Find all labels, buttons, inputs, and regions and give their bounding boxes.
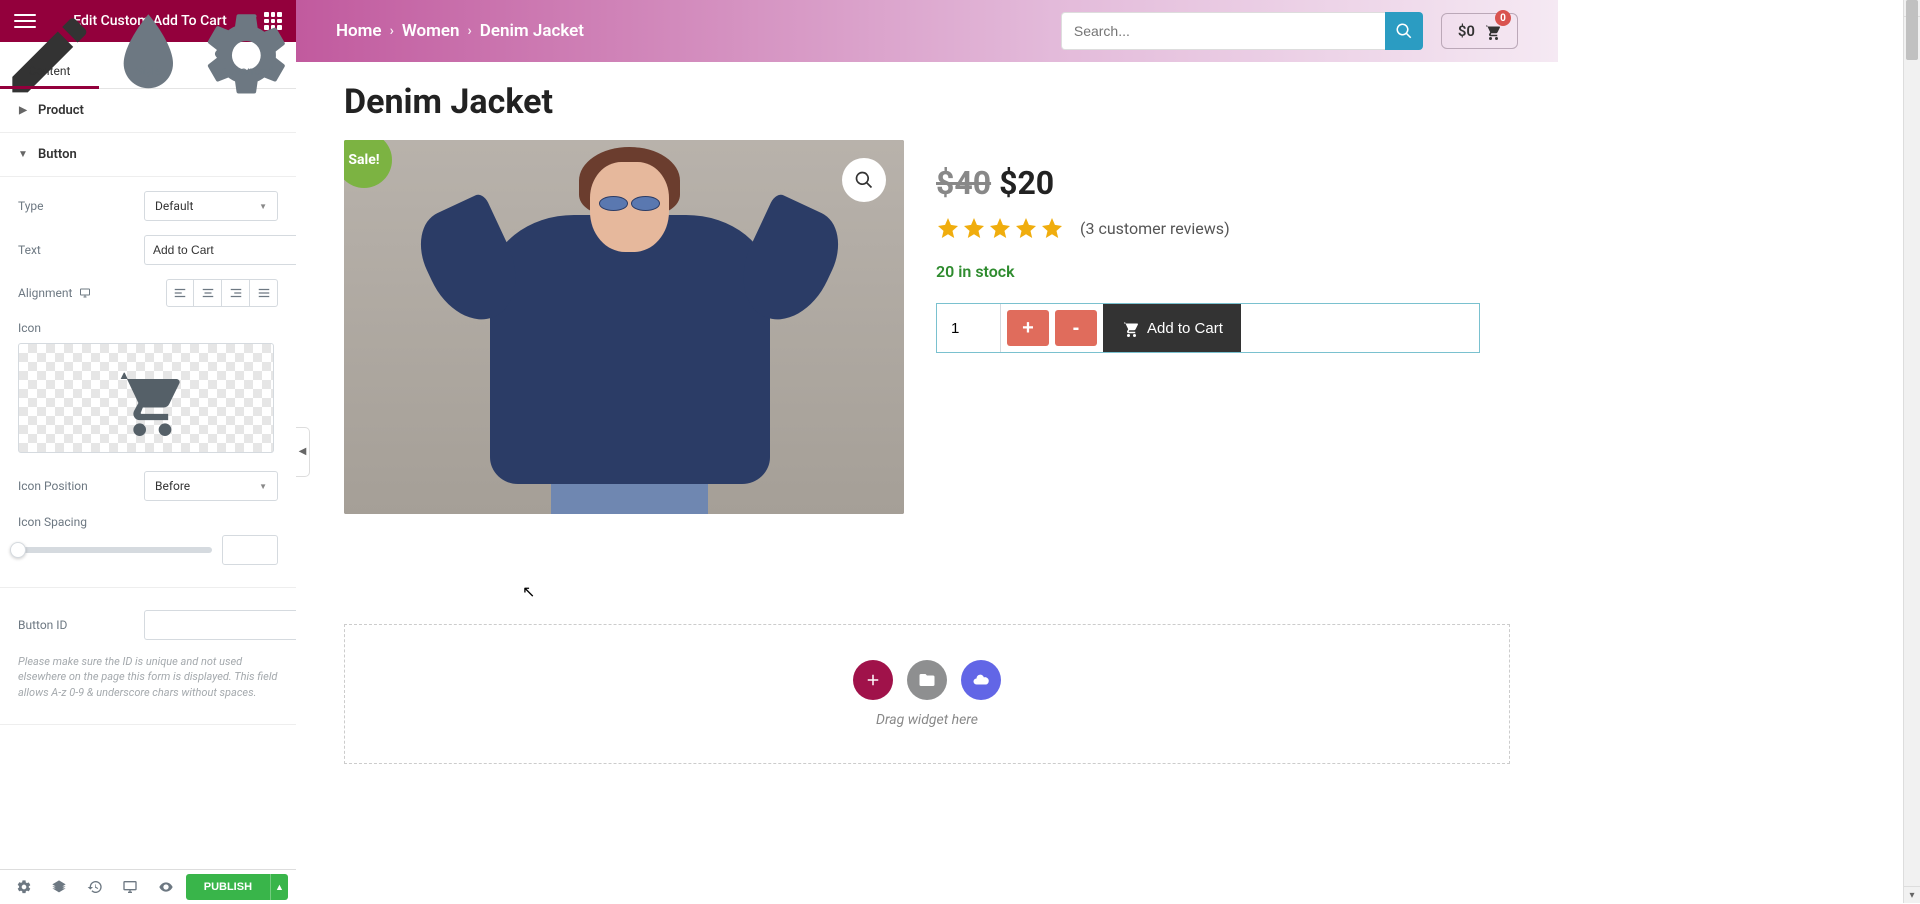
qty-minus-button[interactable]: - <box>1055 310 1097 346</box>
site-header: Home › Women › Denim Jacket $0 0 <box>296 0 1558 62</box>
section-button[interactable]: ▼ Button <box>0 133 296 177</box>
button-id-label: Button ID <box>18 618 67 632</box>
price-old: $40 <box>936 164 991 202</box>
align-left-button[interactable] <box>166 279 194 307</box>
editor-panel: Edit Custom Add To Cart Content Style Ad… <box>0 0 296 903</box>
pencil-icon <box>0 6 99 105</box>
add-to-cart-button[interactable]: Add to Cart <box>1103 304 1241 352</box>
scrollbar-thumb[interactable] <box>1906 0 1918 60</box>
zoom-button[interactable] <box>842 158 886 202</box>
desktop-icon <box>78 287 92 299</box>
align-right-button[interactable] <box>222 279 250 307</box>
search-button[interactable] <box>1385 12 1423 50</box>
breadcrumb-item[interactable]: Denim Jacket <box>480 21 584 41</box>
chevron-right-icon: › <box>468 23 472 39</box>
quantity-input[interactable] <box>937 304 1001 352</box>
folder-icon <box>918 671 936 689</box>
gear-icon <box>16 879 32 895</box>
star-icon <box>988 216 1012 240</box>
icon-position-label: Icon Position <box>18 479 88 493</box>
text-input[interactable] <box>144 235 296 265</box>
price-new: $20 <box>999 164 1054 202</box>
button-id-help: Please make sure the ID is unique and no… <box>18 654 278 700</box>
search-icon <box>1395 22 1413 40</box>
search-input[interactable] <box>1061 12 1385 50</box>
add-template-button[interactable] <box>907 660 947 700</box>
gear-icon <box>197 6 296 105</box>
align-justify-button[interactable] <box>250 279 278 307</box>
tab-style[interactable]: Style <box>99 42 198 88</box>
settings-button[interactable] <box>8 870 40 904</box>
preview-frame: Home › Women › Denim Jacket $0 0 Denim J… <box>296 0 1558 903</box>
cart-badge: 0 <box>1495 10 1511 26</box>
product-gallery[interactable]: Sale! <box>344 140 904 514</box>
add-block-button[interactable] <box>961 660 1001 700</box>
icon-spacing-slider[interactable] <box>18 547 212 553</box>
product-price: $40 $20 <box>936 164 1480 202</box>
qty-plus-button[interactable]: + <box>1007 310 1049 346</box>
slider-thumb[interactable] <box>10 542 26 558</box>
publish-button[interactable]: PUBLISH <box>186 874 270 900</box>
product-image <box>344 140 904 514</box>
stock-status: 20 in stock <box>936 262 1480 281</box>
star-icon <box>1040 216 1064 240</box>
droplet-icon <box>99 6 198 105</box>
vertical-scrollbar[interactable]: ▴ ▾ <box>1903 0 1920 903</box>
shopping-cart-icon <box>1121 319 1139 337</box>
icon-position-select[interactable]: Before ▼ <box>144 471 278 501</box>
eye-icon <box>158 879 174 895</box>
star-icon <box>936 216 960 240</box>
navigator-button[interactable] <box>44 870 76 904</box>
icon-label: Icon <box>18 321 41 335</box>
reviews-link[interactable]: (3 customer reviews) <box>1080 219 1230 238</box>
plus-icon <box>864 671 882 689</box>
chevron-right-icon: › <box>390 23 394 39</box>
breadcrumb: Home › Women › Denim Jacket <box>336 21 584 41</box>
publish-options-button[interactable]: ▲ <box>270 874 288 900</box>
responsive-button[interactable] <box>115 870 147 904</box>
add-section-button[interactable] <box>853 660 893 700</box>
widget-dropzone[interactable]: Drag widget here <box>344 624 1510 764</box>
caret-down-icon: ▼ <box>18 149 28 160</box>
cloud-icon <box>972 671 990 689</box>
product-summary: $40 $20 (3 customer reviews) 20 <box>936 140 1480 514</box>
dropzone-text: Drag widget here <box>876 712 978 728</box>
magnify-icon <box>854 170 874 190</box>
alignment-choices <box>166 279 278 307</box>
rating-stars <box>936 216 1064 240</box>
desktop-icon <box>122 879 138 895</box>
mini-cart[interactable]: $0 0 <box>1441 13 1518 49</box>
preview-button[interactable] <box>150 870 182 904</box>
chevron-down-icon: ▼ <box>259 202 267 211</box>
history-icon <box>87 879 103 895</box>
star-icon <box>962 216 986 240</box>
caret-right-icon: ▶ <box>18 105 28 116</box>
icon-spacing-label: Icon Spacing <box>18 515 278 529</box>
collapse-panel-handle[interactable]: ◀ <box>296 427 310 477</box>
type-label: Type <box>18 199 44 213</box>
align-center-button[interactable] <box>194 279 222 307</box>
icon-picker[interactable] <box>18 343 274 453</box>
breadcrumb-item[interactable]: Women <box>402 21 460 41</box>
add-to-cart-form: + - Add to Cart <box>936 303 1480 353</box>
product-title: Denim Jacket <box>344 82 1510 122</box>
button-id-input[interactable] <box>144 610 296 640</box>
scroll-down-icon[interactable]: ▾ <box>1904 886 1920 903</box>
breadcrumb-item[interactable]: Home <box>336 21 382 41</box>
icon-spacing-input[interactable] <box>222 535 278 565</box>
type-select[interactable]: Default ▼ <box>144 191 278 221</box>
tab-advanced[interactable]: Advanced <box>197 42 296 88</box>
star-icon <box>1014 216 1038 240</box>
panel-footer: PUBLISH ▲ <box>0 869 296 903</box>
shopping-cart-icon <box>103 360 189 436</box>
alignment-label: Alignment <box>18 286 92 300</box>
layers-icon <box>51 879 67 895</box>
chevron-down-icon: ▼ <box>259 482 267 491</box>
panel-tabs: Content Style Advanced <box>0 42 296 89</box>
tab-content[interactable]: Content <box>0 42 99 88</box>
text-label: Text <box>18 243 41 257</box>
history-button[interactable] <box>79 870 111 904</box>
